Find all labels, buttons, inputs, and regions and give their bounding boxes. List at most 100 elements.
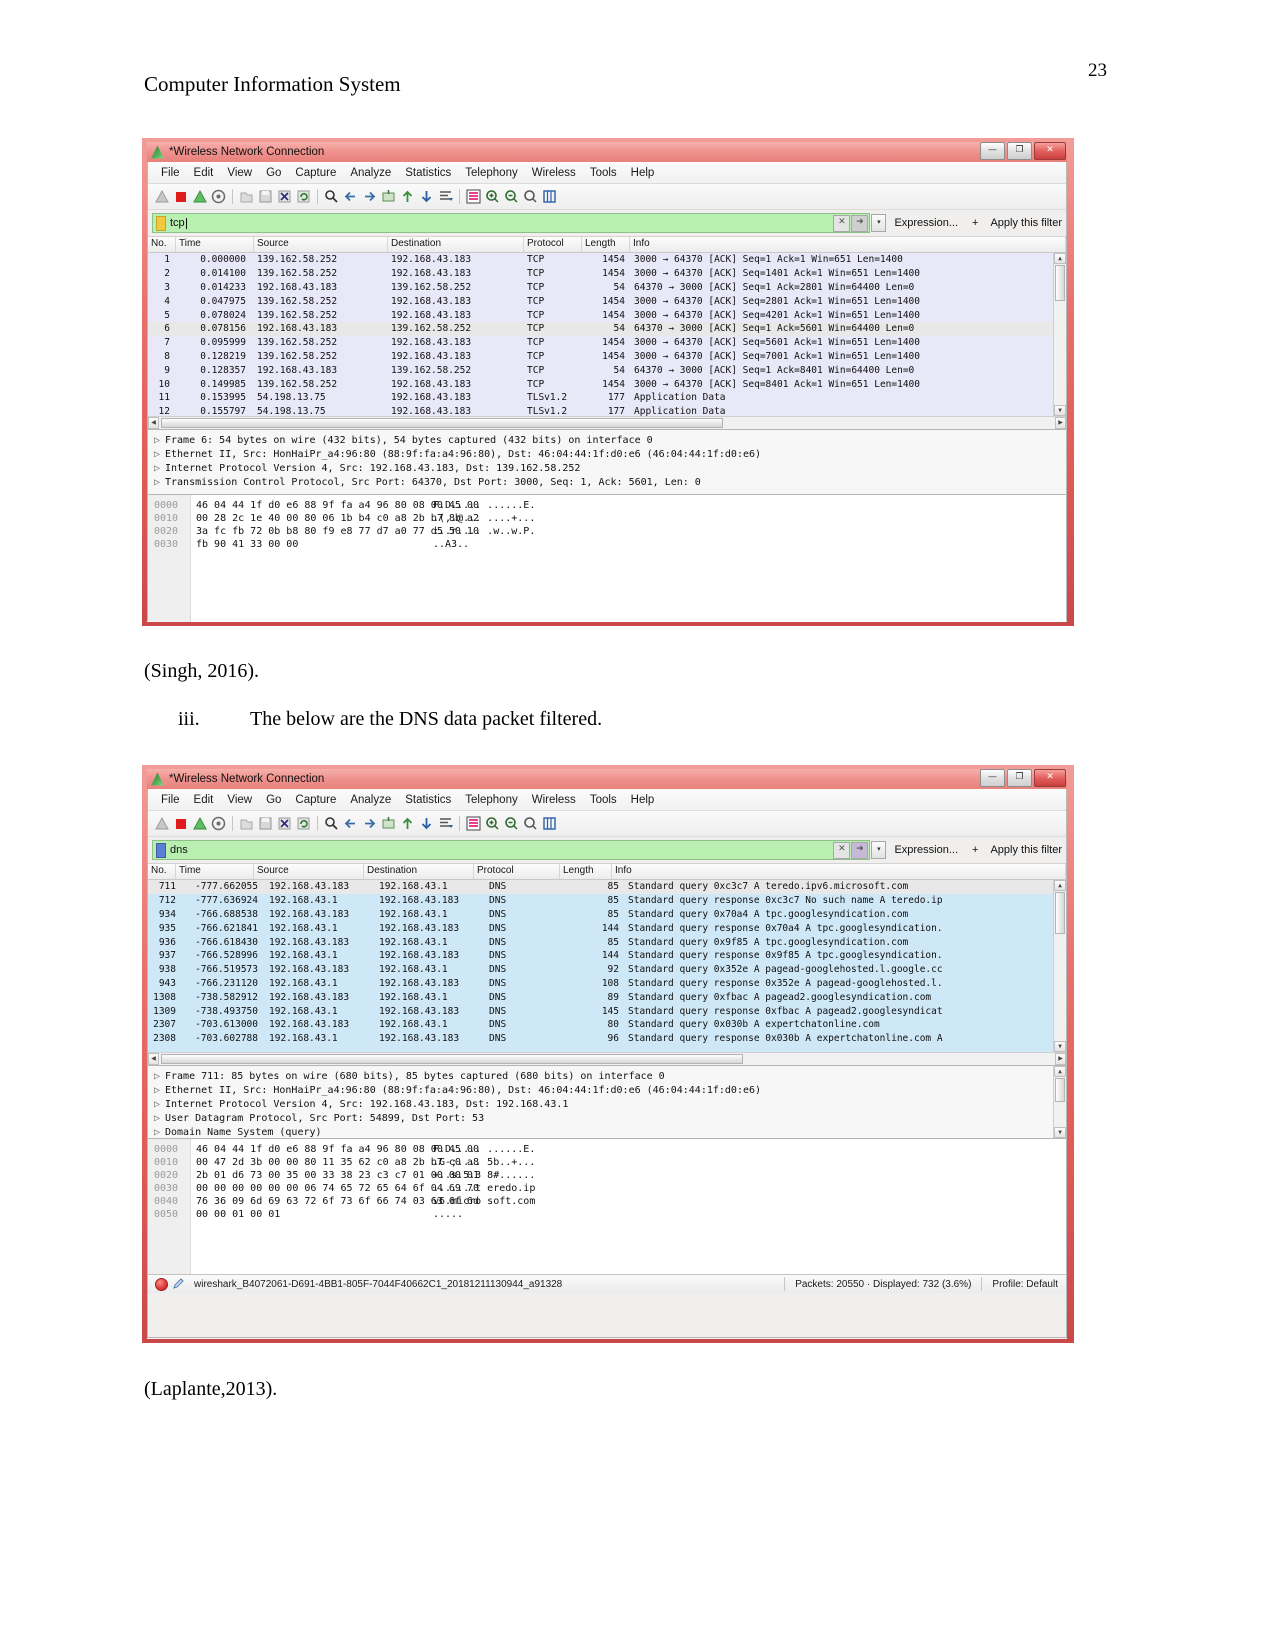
packet-bytes-1[interactable]: 0000 46 04 44 1f d0 e6 88 9f fa a4 96 80 … [148,494,1066,622]
packet-list-hscrollbar-2[interactable]: ◀ ▶ [148,1052,1066,1065]
reload-file-icon[interactable] [295,188,312,205]
restart-capture-icon[interactable] [191,188,208,205]
filter-bookmark-icon[interactable] [156,215,166,231]
packet-list-hscrollbar-1[interactable]: ◀ ▶ [148,416,1066,429]
packet-row[interactable]: 2 0.014100 139.162.58.252 192.168.43.183 TCP… [148,267,1066,281]
autoscroll-icon[interactable] [437,815,454,832]
add-filter-button-2[interactable]: + [972,844,978,856]
expand-triangle-icon[interactable]: ▷ [154,476,165,490]
expand-triangle-icon[interactable]: ▷ [154,1126,165,1138]
clear-filter-icon[interactable]: ✕ [833,841,851,859]
menu-help-2[interactable]: Help [624,792,662,808]
menu-view-1[interactable]: View [220,165,259,181]
start-capture-icon[interactable] [153,188,170,205]
packet-list-vscrollbar-2[interactable]: ▲ ▼ [1053,880,1066,1052]
scroll-up-arrow-icon[interactable]: ▲ [1054,253,1066,264]
go-first-packet-icon[interactable] [399,815,416,832]
scroll-up-arrow-icon[interactable]: ▲ [1054,880,1066,891]
menu-statistics-1[interactable]: Statistics [398,165,458,181]
go-back-icon[interactable] [342,188,359,205]
menu-go-1[interactable]: Go [259,165,288,181]
open-file-icon[interactable] [238,188,255,205]
close-button-2[interactable]: ✕ [1034,769,1066,787]
apply-filter-arrow-icon[interactable]: ➜ [851,841,869,859]
column-time-1[interactable]: Time [176,237,254,252]
capture-options-icon[interactable] [210,188,227,205]
menu-tools-2[interactable]: Tools [583,792,624,808]
packet-row[interactable]: 943 -766.231120 192.168.43.1 192.168.43.183… [148,977,1066,991]
detail-row[interactable]: ▷ Frame 6: 54 bytes on wire (432 bits), 5… [148,434,1066,448]
menu-edit-1[interactable]: Edit [187,165,221,181]
maximize-button-1[interactable]: ❐ [1007,142,1032,160]
reload-file-icon[interactable] [295,815,312,832]
hex-row[interactable]: 0050 00 00 01 00 01..... [148,1208,1066,1221]
packet-row[interactable]: 7 0.095999 139.162.58.252 192.168.43.183 TCP… [148,336,1066,350]
column-source-2[interactable]: Source [254,864,364,879]
menu-tools-1[interactable]: Tools [583,165,624,181]
hex-row[interactable]: 0020 2b 01 d6 73 00 35 00 33 38 23 c3 c7 … [148,1169,1066,1182]
zoom-in-icon[interactable] [484,815,501,832]
packet-list-1[interactable]: ▲ ▼ 1 0.000000 139.162.58.252 192.168.43.18… [148,253,1066,416]
apply-this-filter-button-1[interactable]: Apply this filter [990,217,1062,229]
go-back-icon[interactable] [342,815,359,832]
expression-button-2[interactable]: Expression... [894,844,958,856]
zoom-reset-icon[interactable] [522,815,539,832]
scroll-down-arrow-icon[interactable]: ▼ [1054,1127,1066,1138]
detail-row[interactable]: ▷ Transmission Control Protocol, Src Port… [148,476,1066,490]
go-to-packet-icon[interactable] [380,188,397,205]
menu-help-1[interactable]: Help [624,165,662,181]
menu-capture-2[interactable]: Capture [288,792,343,808]
capture-status-icon[interactable] [155,1277,168,1291]
expand-triangle-icon[interactable]: ▷ [154,1112,165,1126]
hex-row[interactable]: 0030 00 00 00 00 00 00 06 74 65 72 65 64 … [148,1182,1066,1195]
save-file-icon[interactable] [257,815,274,832]
chevron-down-icon[interactable]: ▾ [871,214,887,232]
menu-wireless-2[interactable]: Wireless [525,792,583,808]
hex-row[interactable]: 0000 46 04 44 1f d0 e6 88 9f fa a4 96 80 … [148,499,1066,512]
display-filter-input-2[interactable]: dns ✕ ➜ [152,840,871,860]
save-file-icon[interactable] [257,188,274,205]
menu-analyze-2[interactable]: Analyze [343,792,398,808]
packet-row[interactable]: 2307 -703.613000 192.168.43.183 192.168.43.… [148,1018,1066,1032]
expand-triangle-icon[interactable]: ▷ [154,1084,165,1098]
stop-capture-icon[interactable] [172,188,189,205]
hex-row[interactable]: 0040 76 36 09 6d 69 63 72 6f 73 6f 66 74 … [148,1195,1066,1208]
expression-button-1[interactable]: Expression... [894,217,958,229]
packet-row[interactable]: 936 -766.618430 192.168.43.183 192.168.43.1… [148,935,1066,949]
go-last-packet-icon[interactable] [418,815,435,832]
menu-view-2[interactable]: View [220,792,259,808]
packet-row[interactable]: 938 -766.519573 192.168.43.183 192.168.43.1… [148,963,1066,977]
column-length-2[interactable]: Length [560,864,612,879]
scroll-down-arrow-icon[interactable]: ▼ [1054,405,1066,416]
column-protocol-2[interactable]: Protocol [474,864,560,879]
menu-analyze-1[interactable]: Analyze [343,165,398,181]
packet-row[interactable]: 4 0.047975 139.162.58.252 192.168.43.183 TCP… [148,294,1066,308]
column-info-1[interactable]: Info [630,237,1066,252]
expand-triangle-icon[interactable]: ▷ [154,1070,165,1084]
scroll-up-arrow-icon[interactable]: ▲ [1054,1066,1066,1077]
go-first-packet-icon[interactable] [399,188,416,205]
scroll-thumb[interactable] [1055,265,1065,301]
go-forward-icon[interactable] [361,815,378,832]
column-no-2[interactable]: No. [148,864,176,879]
packet-row[interactable]: 935 -766.621841 192.168.43.1 192.168.43.183… [148,921,1066,935]
scroll-thumb-h[interactable] [161,418,723,428]
packet-bytes-2[interactable]: 0000 46 04 44 1f d0 e6 88 9f fa a4 96 80 … [148,1138,1066,1274]
detail-row[interactable]: ▷ User Datagram Protocol, Src Port: 54899… [148,1112,1066,1126]
packet-row[interactable]: 6 0.078156 192.168.43.183 139.162.58.252 TCP… [148,321,1066,336]
capture-comment-icon[interactable] [173,1278,186,1290]
packet-row[interactable]: 11 0.153995 54.198.13.75 192.168.43.183 TLSv… [148,391,1066,405]
menu-go-2[interactable]: Go [259,792,288,808]
hex-row[interactable]: 0020 3a fc fb 72 0b b8 80 f9 e8 77 d7 a0 … [148,525,1066,538]
hex-row[interactable]: 0000 46 04 44 1f d0 e6 88 9f fa a4 96 80 … [148,1143,1066,1156]
packet-list-2[interactable]: ▲ ▼ 711 -777.662055 192.168.43.183 192.168.… [148,880,1066,1052]
packet-row[interactable]: 9 0.128357 192.168.43.183 139.162.58.252 TCP… [148,363,1066,377]
find-packet-icon[interactable] [323,815,340,832]
scroll-right-arrow-icon[interactable]: ▶ [1055,1053,1066,1065]
scroll-thumb-h[interactable] [161,1054,743,1064]
apply-this-filter-button-2[interactable]: Apply this filter [990,844,1062,856]
packet-row[interactable]: 2308 -703.602788 192.168.43.1 192.168.43.18… [148,1032,1066,1046]
zoom-out-icon[interactable] [503,188,520,205]
go-forward-icon[interactable] [361,188,378,205]
column-length-1[interactable]: Length [582,237,630,252]
